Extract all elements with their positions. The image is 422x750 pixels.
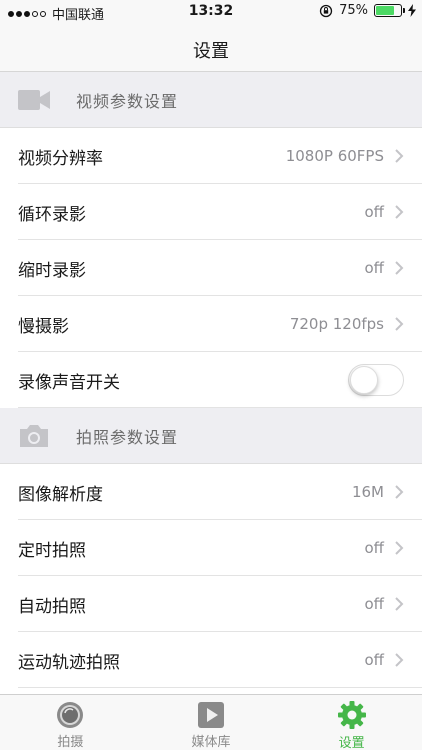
setting-value: off	[364, 259, 384, 277]
orientation-lock-icon	[319, 4, 333, 17]
tab-settings[interactable]: 设置	[281, 695, 422, 750]
setting-label: 缩时录影	[18, 260, 86, 281]
chevron-right-icon	[395, 205, 404, 219]
setting-row-slow-motion[interactable]: 慢摄影 720p 120fps	[0, 296, 422, 352]
setting-label: 慢摄影	[18, 316, 69, 337]
status-right: 75%	[319, 3, 416, 18]
settings-list[interactable]: 视频参数设置 视频分辨率 1080P 60FPS 循环录影 off 缩时录影 o…	[0, 72, 422, 694]
setting-value: off	[364, 539, 384, 557]
tab-label: 拍摄	[57, 735, 84, 750]
tab-label: 设置	[338, 736, 365, 750]
tab-media-library[interactable]: 媒体库	[141, 695, 282, 750]
toggle-knob	[350, 366, 378, 394]
photo-camera-icon	[18, 423, 50, 449]
setting-label: 视频分辨率	[18, 148, 103, 169]
setting-value: off	[364, 203, 384, 221]
setting-value: off	[364, 651, 384, 669]
setting-row-timed-photo[interactable]: 定时拍照 off	[0, 520, 422, 576]
video-camera-icon	[18, 87, 50, 113]
setting-row-loop-recording[interactable]: 循环录影 off	[0, 184, 422, 240]
setting-row-image-resolution[interactable]: 图像解析度 16M	[0, 464, 422, 520]
tab-label: 媒体库	[191, 735, 231, 750]
setting-label: 运动轨迹拍照	[18, 652, 120, 673]
setting-label: 图像解析度	[18, 484, 103, 505]
chevron-right-icon	[395, 485, 404, 499]
setting-label: 循环录影	[18, 204, 86, 225]
setting-row-timelapse[interactable]: 缩时录影 off	[0, 240, 422, 296]
media-play-icon	[196, 700, 226, 729]
setting-row-auto-photo[interactable]: 自动拍照 off	[0, 576, 422, 632]
chevron-right-icon	[395, 597, 404, 611]
setting-value: 16M	[351, 483, 384, 501]
setting-row-video-resolution[interactable]: 视频分辨率 1080P 60FPS	[0, 128, 422, 184]
audio-recording-toggle[interactable]	[348, 364, 404, 396]
setting-label: 自动拍照	[18, 596, 86, 617]
tab-bar: 拍摄 媒体库 设置	[0, 694, 422, 750]
photo-section-header: 拍照参数设置	[0, 408, 422, 464]
chevron-right-icon	[395, 261, 404, 275]
setting-value: off	[364, 595, 384, 613]
setting-row-audio-toggle: 录像声音开关	[0, 352, 422, 408]
video-section-header: 视频参数设置	[0, 72, 422, 128]
chevron-right-icon	[395, 149, 404, 163]
battery-percent: 75%	[339, 3, 368, 18]
chevron-right-icon	[395, 653, 404, 667]
shutter-icon	[55, 700, 85, 729]
setting-value: 1080P 60FPS	[285, 147, 384, 165]
setting-label: 录像声音开关	[18, 372, 120, 393]
page-title: 设置	[193, 41, 229, 62]
charging-bolt-icon	[408, 4, 416, 17]
setting-label: 定时拍照	[18, 540, 86, 561]
video-section-title: 视频参数设置	[76, 91, 179, 111]
setting-value: 720p 120fps	[289, 315, 384, 333]
battery-icon	[374, 4, 405, 17]
photo-section-title: 拍照参数设置	[76, 427, 179, 447]
status-bar: 中国联通 13:32 75%	[0, 0, 422, 24]
navigation-bar: 设置	[0, 24, 422, 72]
chevron-right-icon	[395, 541, 404, 555]
chevron-right-icon	[395, 317, 404, 331]
tab-capture[interactable]: 拍摄	[0, 695, 141, 750]
setting-row-motion-track-photo[interactable]: 运动轨迹拍照 off	[0, 632, 422, 688]
gear-icon	[337, 700, 367, 730]
